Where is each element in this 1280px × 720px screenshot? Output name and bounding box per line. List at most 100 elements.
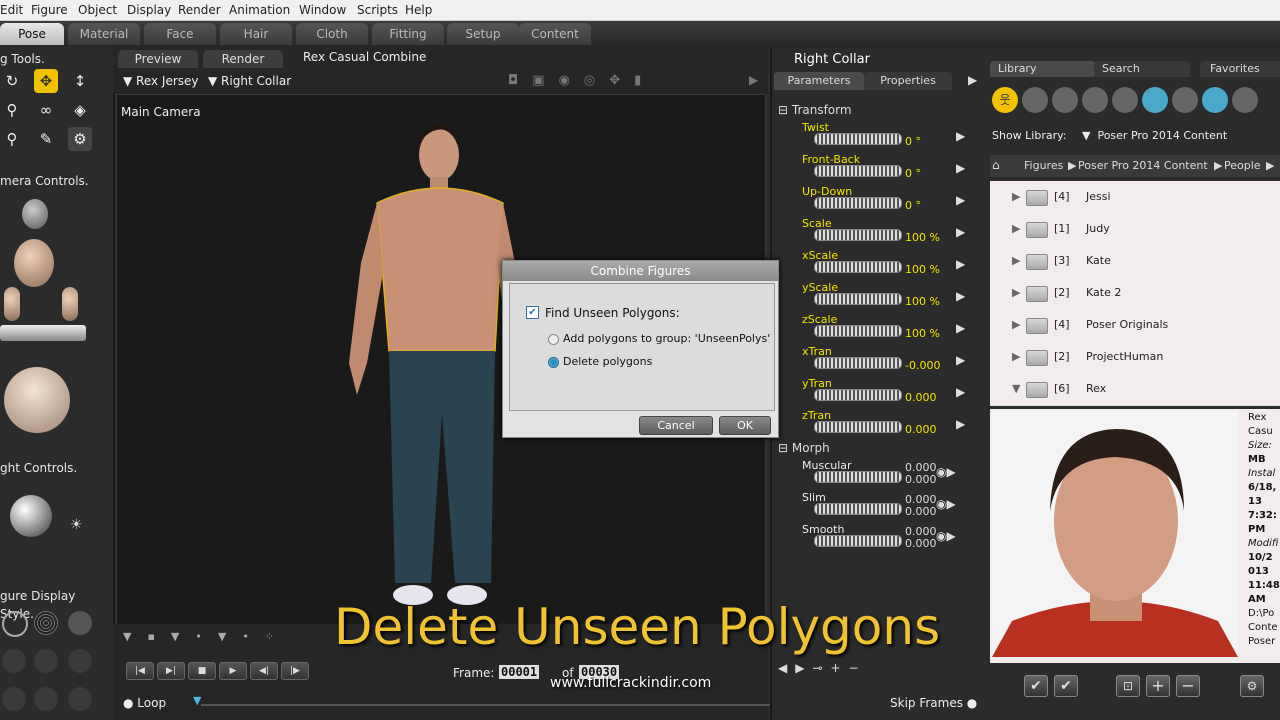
timeline-track[interactable] — [201, 704, 821, 706]
transform-group[interactable]: ⊟ Transform — [778, 103, 852, 117]
param-dial[interactable] — [814, 293, 902, 305]
tab-material[interactable]: Material — [68, 23, 140, 45]
display-wireframe-icon[interactable] — [34, 611, 58, 635]
loop-toggle[interactable]: ● Loop — [123, 696, 166, 710]
chain-tool-icon[interactable]: ∞ — [34, 98, 58, 122]
param-value[interactable]: 0 ° — [905, 167, 921, 180]
display-lit-wireframe-icon[interactable] — [2, 649, 26, 673]
add-to-library-icon[interactable]: + — [1146, 675, 1170, 697]
actor-select[interactable]: ▼ Right Collar — [208, 74, 291, 88]
breadcrumb-item[interactable]: Poser Pro 2014 Content — [1078, 159, 1208, 172]
figure-select[interactable]: ▼ Rex Jersey — [123, 74, 199, 88]
param-value[interactable]: 100 % — [905, 231, 940, 244]
menu-object[interactable]: Object — [78, 3, 117, 17]
collapse-icon[interactable]: ▼ — [1012, 373, 1020, 405]
frame-current-field[interactable]: 00001 — [499, 665, 540, 679]
step-back-button[interactable]: ▶| — [157, 662, 185, 680]
head-camera-icon[interactable] — [14, 239, 54, 287]
tab-hair[interactable]: Hair — [220, 23, 292, 45]
param-value[interactable]: 100 % — [905, 327, 940, 340]
expand-icon[interactable]: ▶ — [1012, 309, 1020, 341]
show-library-select[interactable]: ▼ Poser Pro 2014 Content — [1082, 129, 1227, 142]
param-value[interactable]: 0.000 — [905, 391, 937, 404]
expand-icon[interactable]: ▶ — [1012, 181, 1020, 213]
param-value[interactable]: 0 ° — [905, 199, 921, 212]
library-folder-row[interactable]: ▶ [3] Kate — [990, 245, 1280, 278]
param-value[interactable]: 0 ° — [905, 135, 921, 148]
param-dial[interactable] — [814, 165, 902, 177]
tab-cloth[interactable]: Cloth — [296, 23, 368, 45]
tab-render[interactable]: Render — [203, 50, 283, 68]
tab-search[interactable]: Search — [1094, 61, 1190, 77]
library-folder-row[interactable]: ▶ [1] Judy — [990, 213, 1280, 246]
menu-display[interactable]: Display — [127, 3, 171, 17]
expand-icon[interactable]: ▶ — [1012, 341, 1020, 373]
tab-setup[interactable]: Setup — [447, 23, 519, 45]
expand-icon[interactable]: ▶ — [1012, 213, 1020, 245]
param-arrow-icon[interactable]: ▶ — [956, 417, 965, 431]
parameter-nav-icons[interactable]: ◀▶⊸+− — [778, 661, 867, 675]
play-button[interactable]: ▶ — [219, 662, 247, 680]
expand-icon[interactable]: ▶ — [1012, 245, 1020, 277]
param-value[interactable]: 100 % — [905, 295, 940, 308]
menu-figure[interactable]: Figure — [31, 3, 68, 17]
hands-category-icon[interactable] — [1112, 87, 1138, 113]
display-texture-shaded-icon[interactable] — [34, 687, 58, 711]
param-arrow-icon[interactable]: ▶ — [956, 289, 965, 303]
library-folder-row[interactable]: ▶ [2] Kate 2 — [990, 277, 1280, 310]
expand-icon[interactable]: ▶ — [1012, 277, 1020, 309]
menu-scripts[interactable]: Scripts — [357, 3, 398, 17]
morph-value[interactable]: 0.000 — [905, 505, 937, 518]
param-dial[interactable] — [814, 389, 902, 401]
param-arrow-icon[interactable]: ▶ — [956, 321, 965, 335]
param-arrow-icon[interactable]: ▶ — [956, 353, 965, 367]
library-folder-row[interactable]: ▼ [6] Rex — [990, 373, 1280, 406]
display-silhouette-icon[interactable] — [2, 611, 28, 637]
param-dial[interactable] — [814, 229, 902, 241]
morph-dial[interactable] — [814, 535, 902, 547]
tab-face[interactable]: Face — [144, 23, 216, 45]
param-dial[interactable] — [814, 133, 902, 145]
cancel-button[interactable]: Cancel — [639, 416, 713, 435]
menu-animation[interactable]: Animation — [229, 3, 290, 17]
library-settings-icon[interactable]: ⚙ — [1240, 675, 1264, 697]
face-camera-icon[interactable] — [22, 199, 48, 229]
breadcrumb-item[interactable]: Figures — [1024, 159, 1063, 172]
color-tool-icon[interactable]: ◈ — [68, 98, 92, 122]
tab-fitting[interactable]: Fitting — [372, 23, 444, 45]
direct-manipulation-icon[interactable]: ⚙ — [68, 127, 92, 151]
parameters-menu-icon[interactable]: ▶ — [968, 73, 977, 87]
move-vertical-tool-icon[interactable]: ↕ — [68, 69, 92, 93]
tab-library[interactable]: Library — [990, 61, 1096, 77]
morph-value[interactable]: 0.000 — [905, 473, 937, 486]
display-hidden-line-icon[interactable] — [68, 611, 92, 635]
right-hand-camera-icon[interactable] — [62, 287, 78, 321]
morph-dial[interactable] — [814, 503, 902, 515]
morph-link-icon[interactable]: ◉▶ — [936, 465, 956, 479]
menu-help[interactable]: Help — [405, 3, 432, 17]
go-to-start-button[interactable]: |◀ — [126, 662, 154, 680]
display-options-icon[interactable]: ▼▪▼•▼•⁘ — [123, 630, 290, 643]
skip-frames-toggle[interactable]: Skip Frames ● — [890, 696, 977, 710]
param-arrow-icon[interactable]: ▶ — [956, 193, 965, 207]
param-dial[interactable] — [814, 261, 902, 273]
param-arrow-icon[interactable]: ▶ — [956, 161, 965, 175]
library-folder-row[interactable]: ▶ [2] ProjectHuman — [990, 341, 1280, 374]
breadcrumb-item[interactable]: People — [1224, 159, 1261, 172]
props-category-icon[interactable] — [1142, 87, 1168, 113]
display-cartoon-icon[interactable] — [2, 687, 26, 711]
morph-value[interactable]: 0.000 — [905, 537, 937, 550]
display-flat-shaded-icon[interactable] — [34, 649, 58, 673]
morph-dial[interactable] — [814, 471, 902, 483]
left-hand-camera-icon[interactable] — [4, 287, 20, 321]
menu-window[interactable]: Window — [299, 3, 346, 17]
figure-model[interactable] — [327, 113, 527, 623]
hair-category-icon[interactable] — [1082, 87, 1108, 113]
param-dial[interactable] — [814, 325, 902, 337]
tab-properties[interactable]: Properties — [864, 72, 952, 90]
expressions-category-icon[interactable] — [1052, 87, 1078, 113]
morph-link-icon[interactable]: ◉▶ — [936, 497, 956, 511]
lights-category-icon[interactable] — [1172, 87, 1198, 113]
ok-button[interactable]: OK — [719, 416, 771, 435]
param-arrow-icon[interactable]: ▶ — [956, 257, 965, 271]
